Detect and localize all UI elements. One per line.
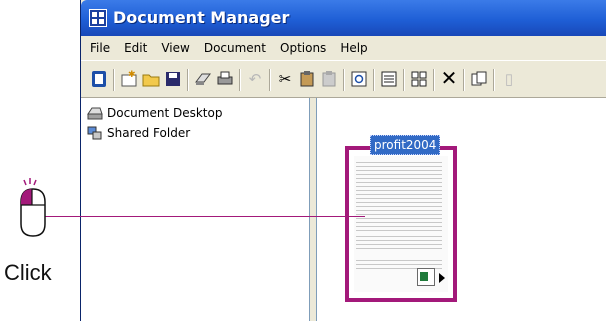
copy-icon[interactable] (297, 69, 317, 89)
list-view-icon[interactable] (379, 69, 399, 89)
menu-view[interactable]: View (161, 41, 189, 55)
new-document-icon[interactable] (89, 69, 109, 89)
svg-text:✱: ✱ (128, 70, 136, 79)
new-folder-icon[interactable]: ✱ (119, 69, 139, 89)
tree-item-shared-folder[interactable]: Shared Folder (87, 124, 190, 142)
folder-tree: Document Desktop Shared Folder (81, 98, 310, 321)
delete-icon[interactable]: ✕ (439, 69, 459, 89)
paste-icon[interactable] (319, 69, 339, 89)
save-icon[interactable] (163, 69, 183, 89)
shared-folder-icon (87, 125, 103, 141)
menu-help[interactable]: Help (340, 41, 367, 55)
duplicate-icon[interactable] (469, 69, 489, 89)
preview-icon[interactable] (349, 69, 369, 89)
toolbar: ✱ ↶ ✂ ✕ ▯ (81, 60, 606, 98)
more-icon[interactable]: ▯ (499, 69, 519, 89)
undo-icon[interactable]: ↶ (245, 69, 265, 89)
document-thumbnail[interactable] (354, 156, 448, 292)
print-icon[interactable] (215, 69, 235, 89)
callout-line (40, 216, 365, 217)
tree-item-label: Shared Folder (107, 126, 191, 140)
tree-item-label: Document Desktop (107, 106, 223, 120)
cut-icon[interactable]: ✂ (275, 69, 295, 89)
document-thumbnail-highlight[interactable] (345, 146, 457, 302)
document-area: profit2004 (316, 98, 606, 321)
document-manager-window: Document Manager File Edit View Document… (80, 0, 606, 321)
tree-item-document-desktop[interactable]: Document Desktop (87, 104, 222, 122)
grid-icon (89, 9, 107, 27)
mouse-icon (15, 178, 51, 245)
window-title: Document Manager (113, 8, 290, 27)
document-name-label[interactable]: profit2004 (370, 135, 441, 155)
menu-bar: File Edit View Document Options Help (81, 36, 606, 60)
thumbnail-view-icon[interactable] (409, 69, 429, 89)
excel-icon (417, 268, 435, 286)
menu-edit[interactable]: Edit (124, 41, 147, 55)
play-icon[interactable] (439, 273, 445, 283)
menu-options[interactable]: Options (280, 41, 326, 55)
desktop-tray-icon (87, 105, 103, 121)
title-bar[interactable]: Document Manager (81, 0, 606, 36)
menu-file[interactable]: File (90, 41, 110, 55)
scan-icon[interactable] (193, 69, 213, 89)
click-label: Click (4, 260, 52, 285)
menu-document[interactable]: Document (204, 41, 266, 55)
open-icon[interactable] (141, 69, 161, 89)
